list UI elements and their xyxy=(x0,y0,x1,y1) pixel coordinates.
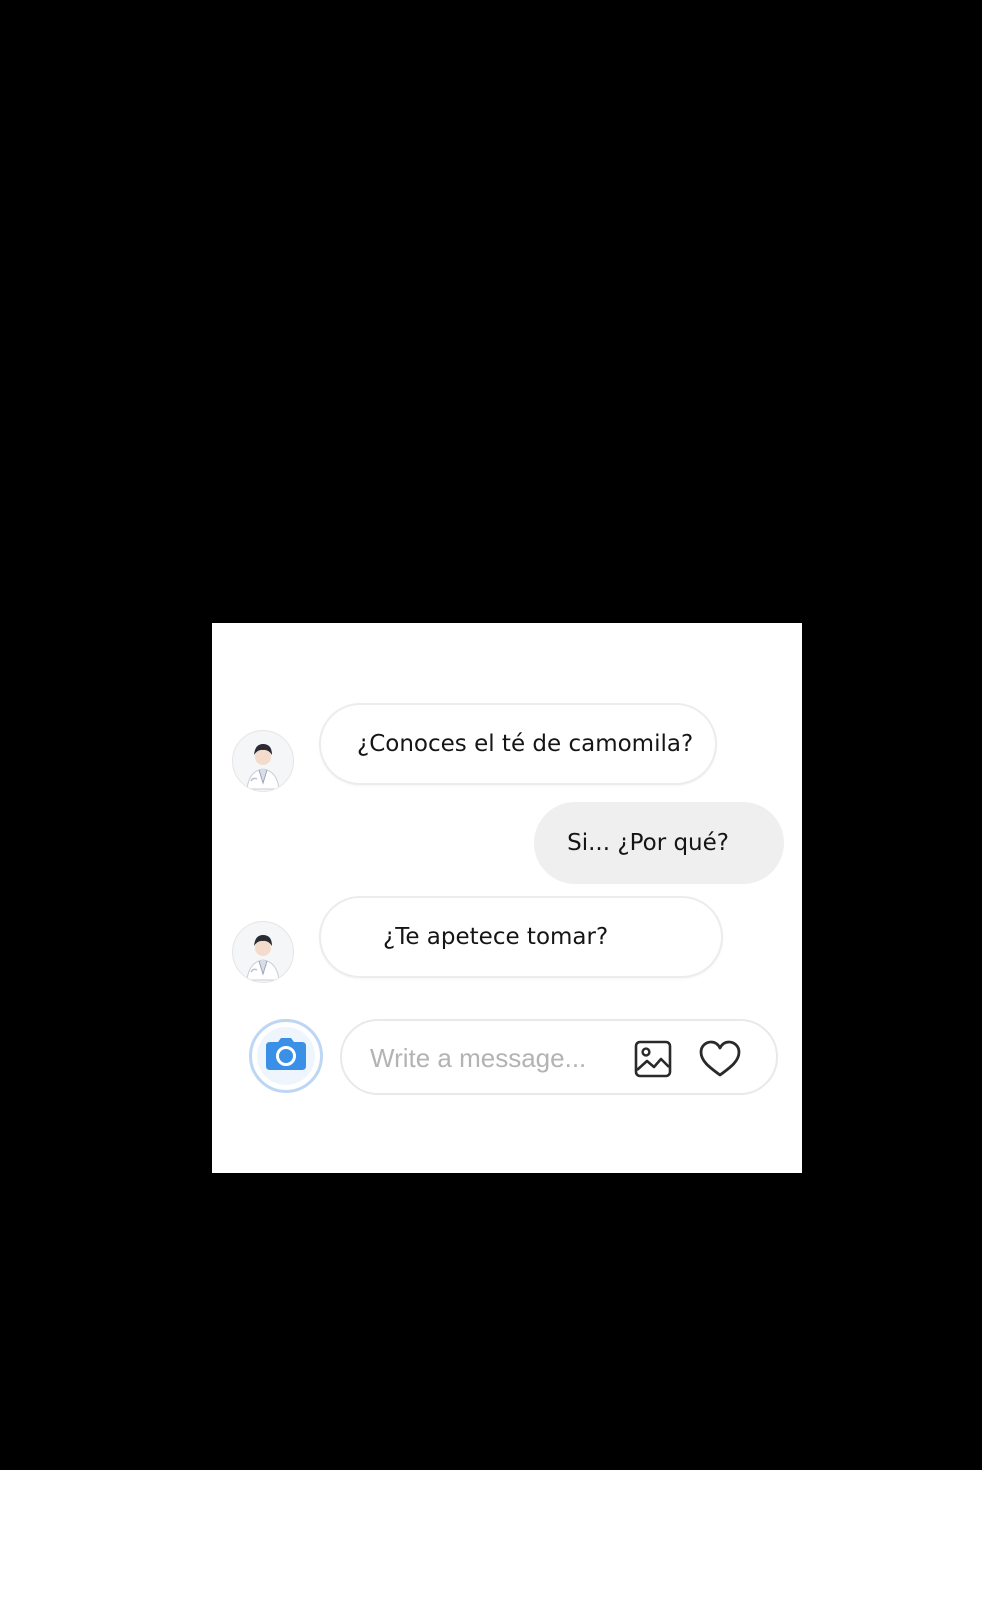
bottom-blank-area xyxy=(0,1470,982,1600)
message-composer xyxy=(340,1019,778,1095)
message-bubble-incoming[interactable]: ¿Conoces el té de camomila? xyxy=(319,703,717,785)
camera-icon xyxy=(265,1037,307,1076)
chat-card: ¿Conoces el té de camomila? Si... ¿Por q… xyxy=(212,623,802,1173)
message-text: ¿Conoces el té de camomila? xyxy=(357,731,694,757)
message-text: Si... ¿Por qué? xyxy=(567,830,729,856)
contact-avatar[interactable] xyxy=(232,730,294,792)
message-bubble-incoming[interactable]: ¿Te apetece tomar? xyxy=(319,896,723,978)
message-text: ¿Te apetece tomar? xyxy=(383,924,609,950)
camera-button[interactable] xyxy=(249,1019,323,1093)
heart-icon[interactable] xyxy=(699,1038,741,1080)
contact-avatar[interactable] xyxy=(232,921,294,983)
message-input[interactable] xyxy=(370,1039,620,1077)
image-icon[interactable] xyxy=(632,1038,674,1080)
message-bubble-outgoing[interactable]: Si... ¿Por qué? xyxy=(534,802,784,884)
